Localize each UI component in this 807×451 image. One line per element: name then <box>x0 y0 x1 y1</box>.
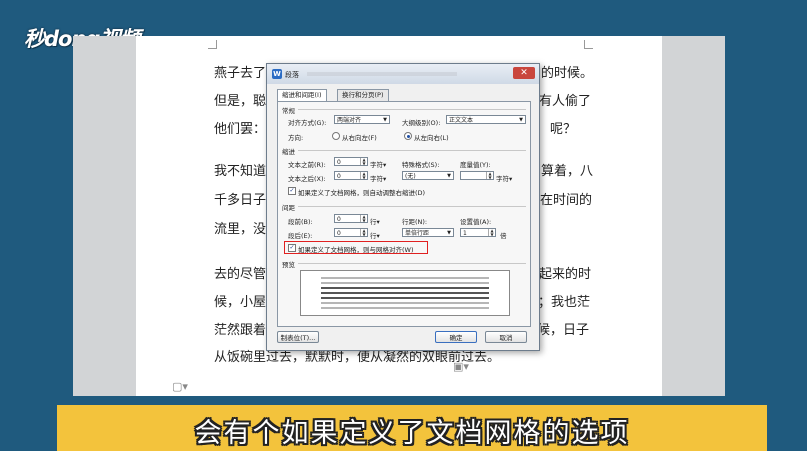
space-before-label: 段前(B): <box>288 218 313 226</box>
measure-unit[interactable]: 字符▾ <box>496 173 512 183</box>
space-after-unit[interactable]: 行▾ <box>370 230 380 240</box>
wps-app-icon: W <box>272 69 282 79</box>
setting-value-label: 设置值(A): <box>460 218 492 226</box>
alignment-value: 两端对齐 <box>337 117 362 124</box>
line-spacing-label: 行距(N): <box>402 218 428 226</box>
special-format-value: (无) <box>405 173 416 180</box>
indent-before-unit[interactable]: 字符▾ <box>370 159 386 169</box>
outline-level-value: 正文文本 <box>449 117 474 124</box>
divider <box>298 150 526 151</box>
setting-value-spinner[interactable]: 1 ▲ ▼ <box>460 228 496 237</box>
divider <box>298 206 526 207</box>
tab-indent-spacing[interactable]: 缩进和间距(I) <box>277 89 327 101</box>
margin-mark-top-right <box>584 40 593 49</box>
document-line-end: 在时间的 <box>540 193 593 208</box>
space-after-label: 段后(E): <box>288 232 313 240</box>
alignment-label: 对齐方式(G): <box>288 119 327 127</box>
subtitle-bar: 会有个如果定义了文档网格的选项 <box>57 405 767 451</box>
space-before-spinner[interactable]: 0 ▲ ▼ <box>334 214 368 223</box>
indent-before-spinner[interactable]: 0 ▲ ▼ <box>334 157 368 166</box>
divider <box>298 263 526 264</box>
preview-line <box>321 297 489 299</box>
preview-line <box>321 302 489 304</box>
chevron-down-icon: ▼ <box>447 173 451 179</box>
section-indent: 缩进 <box>282 148 295 156</box>
section-general: 常规 <box>282 107 295 115</box>
section-preview: 预览 <box>282 261 295 269</box>
setting-value-unit: 倍 <box>500 232 507 240</box>
outline-level-label: 大纲级别(O): <box>402 119 441 127</box>
page-options-icon[interactable]: ▢▾ <box>172 380 188 393</box>
spinner-arrows-icon[interactable]: ▲ ▼ <box>360 215 367 222</box>
paragraph-preview <box>300 270 510 316</box>
special-format-select[interactable]: (无) ▼ <box>402 171 454 180</box>
paragraph-dialog: W 段落 ✕ 缩进和间距(I) 换行和分页(P) 常规 对齐方式(G): 两端对… <box>266 63 540 351</box>
space-after-spinner[interactable]: 0 ▲ ▼ <box>334 228 368 237</box>
document-line-end: 起来的时 <box>539 267 592 282</box>
preview-line <box>321 292 489 294</box>
snap-to-grid-label: 如果定义了文档网格，则与网格对齐(W) <box>298 246 414 254</box>
space-after-value: 0 <box>337 230 341 237</box>
document-line-end: 候，日子 <box>537 323 590 338</box>
document-line-end: ；我也茫 <box>538 295 591 310</box>
section-spacing: 间距 <box>282 204 295 212</box>
indent-after-spinner[interactable]: 0 ▲ ▼ <box>334 171 368 180</box>
snap-to-grid-checkbox[interactable]: ✓ <box>288 244 296 252</box>
ok-button[interactable]: 确定 <box>435 331 477 343</box>
dialog-titlebar[interactable]: W 段落 ✕ <box>267 64 539 84</box>
auto-right-indent-checkbox[interactable]: ✓ <box>288 187 296 195</box>
close-button[interactable]: ✕ <box>513 67 535 79</box>
ltr-radio[interactable] <box>404 132 412 140</box>
tab-line-page-break[interactable]: 换行和分页(P) <box>337 89 389 101</box>
subtitle-text: 会有个如果定义了文档网格的选项 <box>194 418 630 449</box>
measure-spinner[interactable]: ▲ ▼ <box>460 171 494 180</box>
outline-level-select[interactable]: 正文文本 ▼ <box>446 115 526 124</box>
document-line-end: 呢？ <box>550 122 577 137</box>
rtl-radio[interactable] <box>332 132 340 140</box>
direction-label: 方向: <box>288 134 304 142</box>
space-before-unit[interactable]: 行▾ <box>370 216 380 226</box>
indent-before-value: 0 <box>337 159 341 166</box>
divider <box>298 109 526 110</box>
space-before-value: 0 <box>337 216 341 223</box>
setting-value: 1 <box>463 230 467 237</box>
cancel-button[interactable]: 取消 <box>485 331 527 343</box>
spinner-arrows-icon[interactable]: ▲ ▼ <box>360 172 367 179</box>
indent-after-unit[interactable]: 字符▾ <box>370 173 386 183</box>
auto-right-indent-label: 如果定义了文档网格，则自动调整右缩进(D) <box>298 189 426 197</box>
ltr-label: 从左向右(L) <box>414 134 449 142</box>
paste-options-icon[interactable]: ▣▾ <box>453 360 469 373</box>
line-spacing-value: 单倍行距 <box>405 230 430 237</box>
chevron-down-icon: ▼ <box>519 117 523 123</box>
alignment-select[interactable]: 两端对齐 ▼ <box>334 115 390 124</box>
tab-panel: 常规 对齐方式(G): 两端对齐 ▼ 大纲级别(O): 正文文本 ▼ 方向: 从右向… <box>277 101 531 327</box>
margin-mark-top-left <box>208 40 217 49</box>
dialog-title: 段落 <box>285 71 299 79</box>
title-blur-region <box>307 72 457 76</box>
tab-stops-button[interactable]: 制表位(T)... <box>277 331 319 343</box>
spinner-arrows-icon[interactable]: ▲ ▼ <box>360 158 367 165</box>
preview-line <box>321 277 489 279</box>
line-spacing-select[interactable]: 单倍行距 ▼ <box>402 228 454 237</box>
rtl-label: 从右向左(F) <box>342 134 377 142</box>
document-line-end: 算着，八 <box>541 164 594 179</box>
indent-after-value: 0 <box>337 173 341 180</box>
indent-before-label: 文本之前(R): <box>288 161 326 169</box>
special-format-label: 特殊格式(S): <box>402 161 440 169</box>
preview-line <box>321 282 489 284</box>
spinner-arrows-icon[interactable]: ▲ ▼ <box>360 229 367 236</box>
preview-line <box>321 307 489 309</box>
chevron-down-icon: ▼ <box>447 230 451 236</box>
document-line-end: 的时候。 <box>541 66 594 81</box>
indent-after-label: 文本之后(X): <box>288 175 326 183</box>
spinner-arrows-icon[interactable]: ▲ ▼ <box>488 229 495 236</box>
measure-label: 度量值(Y): <box>460 161 491 169</box>
preview-line <box>321 287 489 289</box>
document-line-end: 有人偷了 <box>539 94 592 109</box>
spinner-arrows-icon[interactable]: ▲ ▼ <box>486 172 493 179</box>
chevron-down-icon: ▼ <box>383 117 387 123</box>
